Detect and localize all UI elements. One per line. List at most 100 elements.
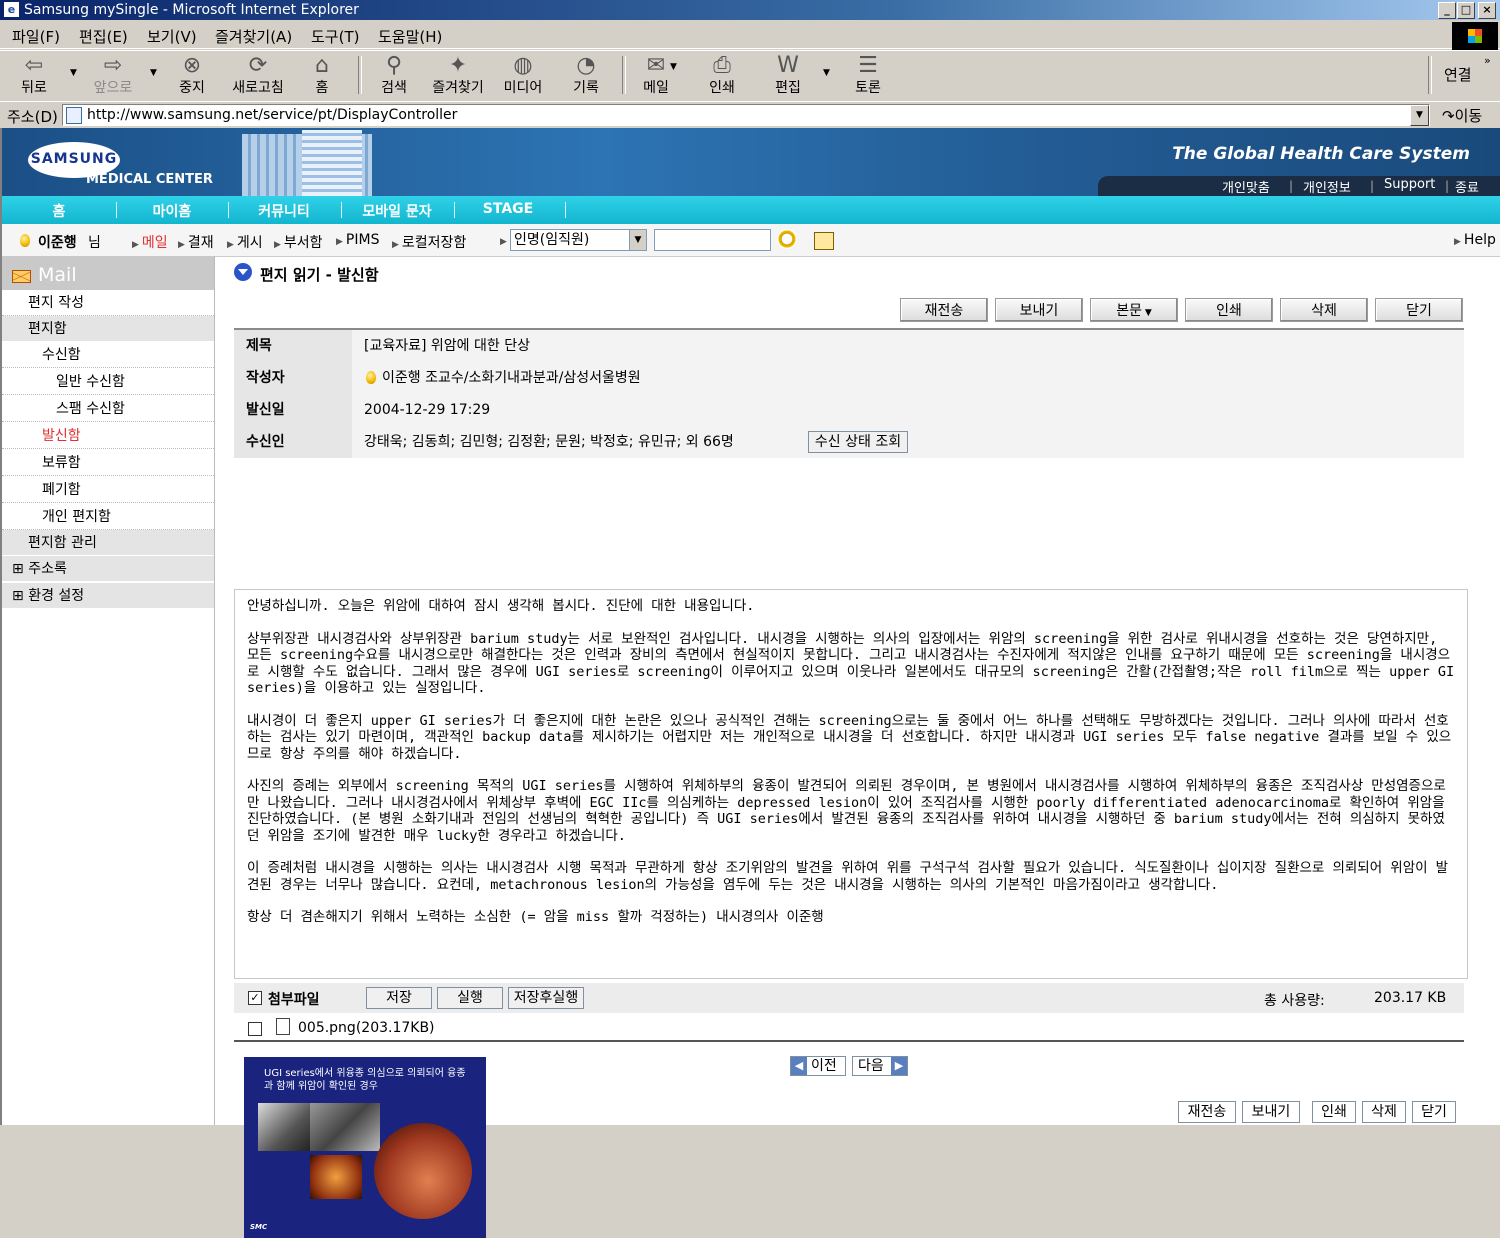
xray-image [310, 1103, 380, 1151]
menu-edit[interactable]: 편집(E) [79, 26, 128, 47]
expand-plus-icon[interactable]: ⊞ [12, 561, 28, 577]
back-dropdown-icon[interactable]: ▼ [70, 68, 77, 78]
link-separator: | [1445, 179, 1450, 193]
print-button[interactable]: ⎙ 인쇄 [702, 54, 742, 98]
menu-favorites[interactable]: 즐겨찾기(A) [215, 26, 292, 47]
menu-view[interactable]: 보기(V) [147, 26, 197, 47]
nav-home[interactable]: 홈 [32, 201, 86, 221]
nav-community[interactable]: 커뮤니티 [244, 201, 324, 221]
stop-button[interactable]: ⊗ 중지 [172, 54, 212, 98]
attachment-checkbox[interactable] [248, 1022, 262, 1036]
resend-button[interactable]: 재전송 [900, 298, 988, 322]
resend-button-bottom[interactable]: 재전송 [1178, 1101, 1236, 1123]
refresh-button[interactable]: ⟳ 새로고침 [228, 54, 288, 98]
nav-mobile-text[interactable]: 모바일 문자 [354, 201, 440, 221]
prev-button[interactable]: ◀ 이전 [790, 1056, 846, 1076]
maximize-button[interactable]: □ [1457, 2, 1475, 19]
window-title: Samsung mySingle - Microsoft Internet Ex… [24, 2, 359, 18]
address-dropdown-icon[interactable]: ▼ [1410, 105, 1429, 126]
address-url[interactable]: http://www.samsung.net/service/pt/Displa… [87, 105, 457, 125]
sidebar-item-manage-folders[interactable]: 편지함 관리 [2, 530, 214, 556]
toolbar-separator [358, 56, 362, 94]
link-logout[interactable]: 종료 [1455, 177, 1479, 196]
sidebar-item-mailbox[interactable]: 편지함 [2, 316, 214, 342]
sidebar-item-hold[interactable]: 보류함 [2, 450, 214, 476]
delete-button[interactable]: 삭제 [1280, 298, 1368, 322]
close-button-bottom[interactable]: 닫기 [1412, 1101, 1456, 1123]
save-and-run-button[interactable]: 저장후실행 [508, 987, 584, 1009]
nav-myhome[interactable]: 마이홈 [132, 201, 212, 221]
search-magnifier-icon[interactable] [777, 229, 797, 249]
save-attachment-button[interactable]: 저장 [366, 987, 432, 1009]
sidebar-item-trash[interactable]: 폐기함 [2, 477, 214, 503]
nav-stage[interactable]: STAGE [470, 201, 546, 217]
menu-tools[interactable]: 도구(T) [311, 26, 359, 47]
sidebar-item-spam-inbox[interactable]: 스팸 수신함 [2, 396, 214, 422]
forward-button[interactable]: ⇨ 앞으로 [90, 54, 136, 98]
help-link[interactable]: ▶ Help [1454, 232, 1496, 248]
sidebar-item-general-inbox[interactable]: 일반 수신함 [2, 369, 214, 395]
memo-icon[interactable] [814, 232, 834, 250]
media-button[interactable]: ◍ 미디어 [498, 54, 548, 98]
attachment-file-link[interactable]: 005.png(203.17KB) [298, 1020, 435, 1036]
body-menu-button[interactable]: 본문 ▼ [1090, 298, 1178, 322]
sidebar-item-address-book[interactable]: ⊞ 주소록 [2, 556, 214, 582]
close-button[interactable]: × [1478, 2, 1496, 19]
go-button[interactable]: ↷이동 [1442, 105, 1482, 126]
receipt-status-button[interactable]: 수신 상태 조회 [808, 431, 908, 453]
edit-button[interactable]: W 편집 [768, 54, 808, 98]
next-button[interactable]: 다음 ▶ [852, 1056, 908, 1076]
stop-icon: ⊗ [182, 53, 202, 78]
print-button-bottom[interactable]: 인쇄 [1312, 1101, 1356, 1123]
subnav-dept[interactable]: ▶ 부서함 [274, 232, 323, 252]
favorites-button[interactable]: ✦ 즐겨찾기 [428, 54, 488, 98]
forward-dropdown-icon[interactable]: ▼ [150, 68, 157, 78]
sidebar-item-personal-folder[interactable]: 개인 편지함 [2, 504, 214, 530]
toolbar-separator [622, 56, 626, 94]
sidebar-item-settings[interactable]: ⊞ 환경 설정 [2, 583, 214, 609]
menu-help[interactable]: 도움말(H) [378, 26, 442, 47]
sidebar-item-inbox[interactable]: 수신함 [2, 342, 214, 368]
history-button[interactable]: ◔ 기록 [566, 54, 606, 98]
attachment-thumbnail[interactable]: UGI series에서 위융종 의심으로 의뢰되어 융종과 함께 위암이 확인… [244, 1057, 486, 1238]
run-attachment-button[interactable]: 실행 [437, 987, 503, 1009]
mail-dropdown-icon[interactable]: ▼ [670, 62, 677, 72]
discuss-icon: ☰ [858, 53, 878, 78]
edit-dropdown-icon[interactable]: ▼ [823, 68, 830, 78]
link-personalize[interactable]: 개인맞춤 [1222, 177, 1270, 196]
people-search-input[interactable] [654, 229, 771, 251]
subnav-approval[interactable]: ▶ 결재 [178, 232, 214, 252]
close-mail-button[interactable]: 닫기 [1375, 298, 1463, 322]
links-button[interactable]: 연결 [1444, 64, 1472, 85]
attachment-select-all-checkbox[interactable]: ✓ [248, 991, 262, 1005]
subnav-local-storage[interactable]: ▶ 로컬저장함 [392, 232, 466, 252]
sidebar-item-compose[interactable]: 편지 작성 [2, 290, 214, 316]
mail-button[interactable]: ✉ 메일 [636, 54, 676, 98]
discuss-button[interactable]: ☰ 토론 [848, 54, 888, 98]
search-button[interactable]: ⚲ 검색 [374, 54, 414, 98]
chevron-icon[interactable]: » [1484, 54, 1491, 67]
delete-button-bottom[interactable]: 삭제 [1362, 1101, 1406, 1123]
body-paragraph: 항상 더 겸손해지기 위해서 노력하는 소심한 (= 암을 miss 할까 걱정… [247, 909, 824, 925]
select-dropdown-icon[interactable]: ▼ [629, 230, 646, 250]
total-usage-label: 총 사용량: [1264, 993, 1325, 1009]
link-personal-info[interactable]: 개인정보 [1303, 177, 1351, 196]
search-type-select[interactable]: 인명(임직원) ▼ [510, 229, 647, 251]
back-button[interactable]: ⇦ 뒤로 [14, 54, 54, 98]
expand-plus-icon[interactable]: ⊞ [12, 588, 28, 604]
menu-file[interactable]: 파일(F) [12, 26, 60, 47]
home-button[interactable]: ⌂ 홈 [304, 54, 340, 98]
sidebar-item-sent[interactable]: 발신함 [2, 423, 214, 449]
send-button-bottom[interactable]: 보내기 [1242, 1101, 1300, 1123]
subnav-pims[interactable]: ▶ PIMS [336, 232, 379, 248]
subject-row: 제목 [교육자료] 위암에 대한 단상 [234, 330, 1464, 363]
send-button[interactable]: 보내기 [995, 298, 1083, 322]
address-input[interactable]: http://www.samsung.net/service/pt/Displa… [62, 104, 1430, 126]
nav-separator [565, 202, 566, 218]
user-suffix: 님 [88, 235, 101, 251]
subnav-mail[interactable]: ▶ 메일 [132, 232, 168, 252]
link-support[interactable]: Support [1384, 177, 1435, 192]
minimize-button[interactable]: _ [1438, 2, 1456, 19]
subnav-board[interactable]: ▶ 게시 [227, 232, 263, 252]
print-mail-button[interactable]: 인쇄 [1185, 298, 1273, 322]
